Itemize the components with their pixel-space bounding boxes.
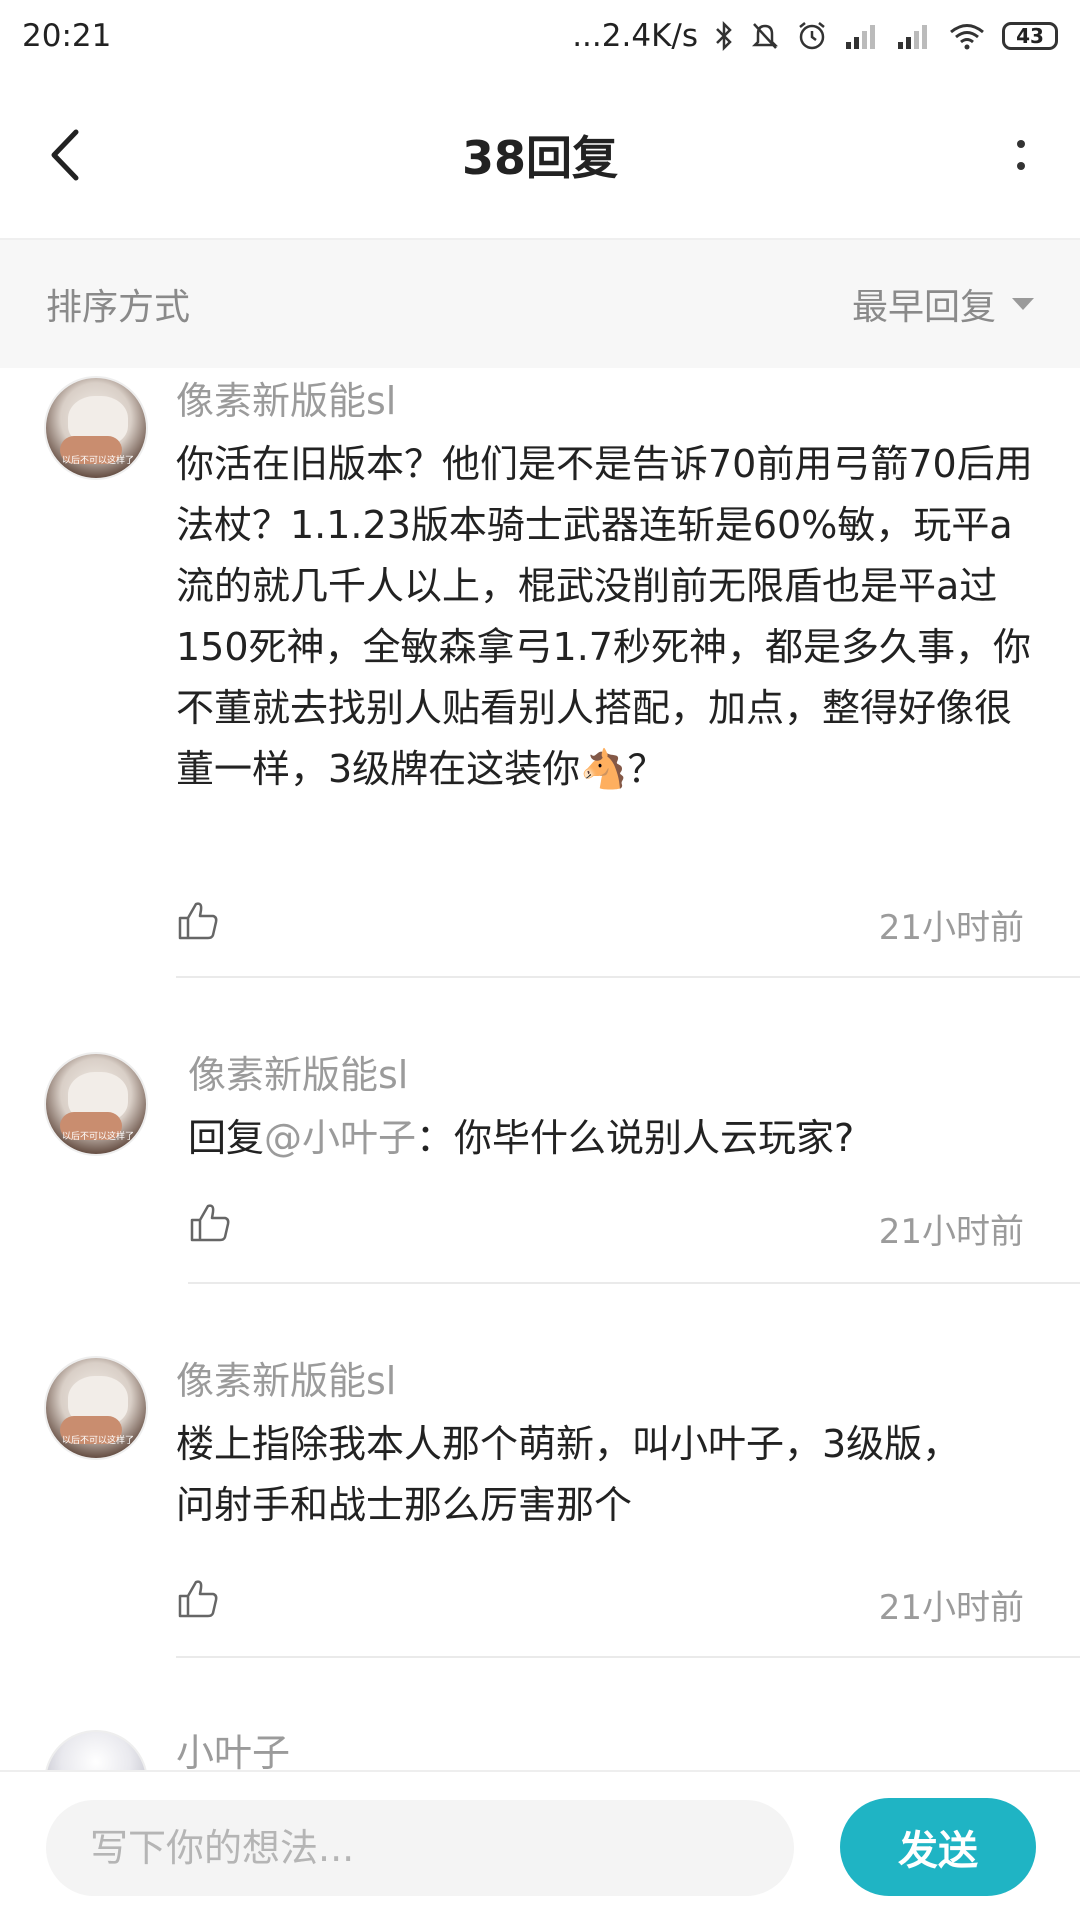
network-speed: ...2.4K/s (572, 18, 698, 54)
battery-icon: 43 (1002, 22, 1058, 50)
bluetooth-icon (714, 20, 734, 52)
caret-down-icon (1012, 298, 1034, 310)
more-vertical-icon (1017, 140, 1025, 148)
sort-bar: 排序方式 最早回复 (0, 240, 1080, 368)
more-vertical-icon-dot (1017, 162, 1025, 170)
comment-time: 21小时前 (878, 1212, 1024, 1252)
reply-list[interactable]: 以后不可以这样了 像素新版能sl 你活在旧版本？他们是不是告诉70前用弓箭70后… (0, 368, 1080, 1778)
reply-mention[interactable]: @小叶子 (264, 1116, 416, 1160)
composer-bar: 发送 (0, 1770, 1080, 1920)
like-button[interactable] (174, 1574, 222, 1622)
page-title: 38回复 (461, 131, 618, 185)
thumbs-up-icon (178, 1580, 218, 1618)
comment-author[interactable]: 像素新版能sl (176, 370, 396, 425)
signal-icon (844, 22, 880, 50)
chevron-left-icon (51, 129, 79, 181)
more-button[interactable] (1006, 125, 1036, 185)
reply-prefix: 回复 (188, 1116, 265, 1160)
like-button[interactable] (174, 896, 222, 944)
app-header: 38回复 (0, 72, 1080, 240)
divider (176, 976, 1080, 978)
comment-text: 你活在旧版本？他们是不是告诉70前用弓箭70后用法杖？1.1.23版本骑士武器连… (176, 442, 1033, 791)
reply-body: ：你毕什么说别人云玩家? (416, 1116, 855, 1160)
comment-input[interactable] (46, 1800, 794, 1896)
status-icons: ...2.4K/s 43 (572, 18, 1058, 54)
comment-text: 回复@小叶子：你毕什么说别人云玩家? (188, 1108, 1048, 1169)
thumbs-up-icon (178, 902, 218, 940)
comment-author[interactable]: 像素新版能sl (176, 1350, 396, 1405)
status-bar: 20:21 ...2.4K/s 43 (0, 0, 1080, 72)
sort-selected: 最早回复 (851, 287, 996, 328)
sort-dropdown[interactable]: 最早回复 (852, 278, 1034, 330)
like-button[interactable] (186, 1198, 234, 1246)
avatar-caption: 以后不可以这样了 (61, 1132, 134, 1142)
alarm-icon (796, 20, 828, 52)
comment-author[interactable]: 小叶子 (176, 1722, 290, 1777)
sort-label: 排序方式 (46, 287, 191, 328)
thumbs-up-icon (190, 1204, 230, 1242)
avatar-caption: 以后不可以这样了 (61, 456, 134, 466)
avatar[interactable]: 以后不可以这样了 (44, 1356, 148, 1460)
avatar[interactable]: 以后不可以这样了 (44, 376, 148, 480)
comment-author[interactable]: 像素新版能sl (188, 1044, 408, 1099)
divider (188, 1282, 1080, 1284)
comment-time: 21小时前 (878, 1588, 1024, 1628)
divider (176, 1656, 1080, 1658)
back-button[interactable] (40, 120, 90, 190)
avatar-caption: 以后不可以这样了 (61, 1436, 134, 1446)
status-time: 20:21 (22, 18, 112, 54)
signal-icon-2 (896, 22, 932, 50)
comment-time: 21小时前 (878, 908, 1024, 948)
comment-text: 楼上指除我本人那个萌新，叫小叶子，3级版，问射手和战士那么厉害那个 (176, 1422, 961, 1527)
send-button[interactable]: 发送 (840, 1798, 1036, 1896)
avatar[interactable]: 以后不可以这样了 (44, 1052, 148, 1156)
mute-icon (750, 20, 780, 52)
wifi-icon (948, 22, 986, 50)
